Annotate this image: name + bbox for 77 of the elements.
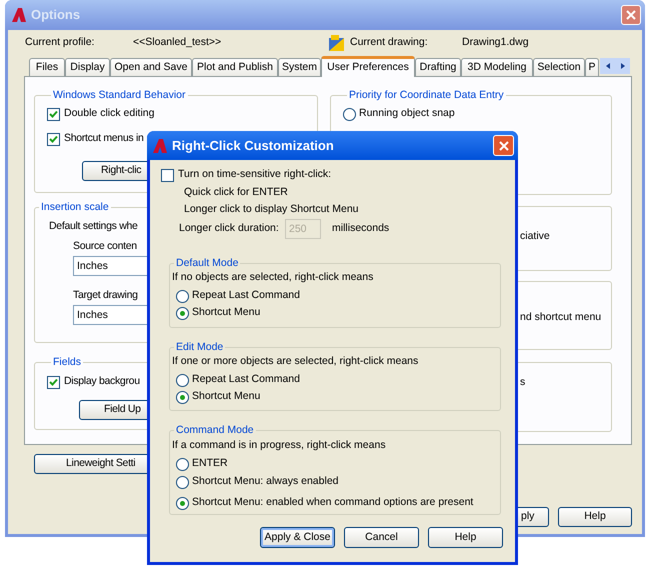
left-arrow-icon xyxy=(604,62,612,70)
radio-label: Shortcut Menu xyxy=(192,389,260,404)
drawing-value: Drawing1.dwg xyxy=(462,35,529,50)
tab[interactable]: Files xyxy=(29,58,65,76)
duration-label: Longer click duration: xyxy=(179,221,280,236)
drawing-label: Current drawing: xyxy=(350,35,429,50)
checkbox[interactable] xyxy=(47,132,60,146)
field-label: Target drawing xyxy=(73,288,138,302)
note-text: Quick click for ENTER xyxy=(184,185,288,199)
tab[interactable]: Plot and Publish xyxy=(192,58,278,76)
tab[interactable]: Drafting xyxy=(415,58,461,76)
close-button[interactable] xyxy=(621,5,641,25)
close-icon xyxy=(498,140,508,150)
profile-value: <<Sloanled_test>> xyxy=(133,35,222,50)
checkbox[interactable] xyxy=(47,108,60,120)
scroll-left-button[interactable] xyxy=(600,58,615,74)
checkbox-label: Turn on time-sensitive right-click: xyxy=(178,167,332,182)
unit-label: milliseconds xyxy=(332,221,390,236)
note-text: Longer click to display Shortcut Menu xyxy=(184,202,359,216)
radio-button[interactable] xyxy=(176,374,189,386)
mode-description: If a command is in progress, right-click means xyxy=(172,438,386,452)
radio-button[interactable] xyxy=(176,476,189,488)
tab[interactable]: 3D Modeling xyxy=(461,58,533,76)
radio-label: Repeat Last Command xyxy=(192,288,300,304)
tab[interactable]: Selection xyxy=(533,58,585,76)
radio-button[interactable] xyxy=(176,306,189,320)
group-title: Edit Mode xyxy=(175,340,224,354)
right-arrow-icon xyxy=(618,62,626,70)
close-icon xyxy=(626,10,636,20)
profile-label: Current profile: xyxy=(25,35,96,50)
checkbox-label: Double click editing xyxy=(64,106,154,122)
dialog-title: Right-Click Customization xyxy=(172,136,334,155)
window-title: Options xyxy=(31,6,80,24)
checkbox-label: Display backgrou xyxy=(64,374,140,390)
mode-description: If one or more objects are selected, right-click means xyxy=(172,354,418,368)
cancel-button[interactable]: Cancel xyxy=(344,527,419,548)
group-title: Command Mode xyxy=(175,423,255,437)
radio-label: Shortcut Menu xyxy=(192,305,260,320)
radio-button[interactable] xyxy=(176,290,189,302)
radio-label: Shortcut Menu: always enabled xyxy=(192,474,339,490)
radio-label: Running object snap xyxy=(359,106,455,122)
help-button[interactable]: Help xyxy=(428,527,503,548)
radio-button[interactable] xyxy=(176,496,189,510)
checkbox[interactable] xyxy=(161,168,174,182)
tab[interactable]: Open and Save xyxy=(110,58,192,76)
description-text: Default settings whe xyxy=(49,219,138,233)
mode-description: If no objects are selected, right-click means xyxy=(172,270,374,284)
tab[interactable]: User Preferences xyxy=(321,56,415,77)
group-title: Fields xyxy=(52,355,82,369)
tab[interactable]: System xyxy=(278,58,321,76)
help-button[interactable]: Help xyxy=(558,507,632,527)
group-title: Default Mode xyxy=(175,256,240,270)
radio-label: Shortcut Menu: enabled when command options are present xyxy=(192,495,474,510)
apply-close-button[interactable]: Apply & Close xyxy=(260,527,335,548)
lineweight-button[interactable]: Lineweight Setti xyxy=(34,454,150,474)
radio-button[interactable] xyxy=(176,458,189,470)
field-label: Source conten xyxy=(73,239,137,253)
tab[interactable]: Display xyxy=(65,58,110,76)
radio-button[interactable] xyxy=(176,390,189,404)
group-title: Insertion scale xyxy=(40,200,110,214)
option-label: s xyxy=(520,376,526,388)
triangle-logo-icon xyxy=(152,138,168,154)
option-label: ciative xyxy=(520,230,550,242)
close-button[interactable] xyxy=(493,135,514,156)
checkbox[interactable] xyxy=(47,376,60,388)
radio-button[interactable] xyxy=(343,108,356,120)
radio-label: Repeat Last Command xyxy=(192,372,300,388)
triangle-logo-icon xyxy=(11,7,27,23)
group-title: Windows Standard Behavior xyxy=(52,88,186,102)
checkbox-label: Shortcut menus in xyxy=(64,131,144,146)
drawing-file-icon xyxy=(328,34,346,52)
tab[interactable]: P xyxy=(585,58,599,76)
scroll-right-button[interactable] xyxy=(615,58,630,74)
option-label: nd shortcut menu xyxy=(520,311,602,323)
right-click-button[interactable]: Right-clic xyxy=(82,161,150,181)
radio-label: ENTER xyxy=(192,456,228,472)
group-title: Priority for Coordinate Data Entry xyxy=(348,88,505,102)
